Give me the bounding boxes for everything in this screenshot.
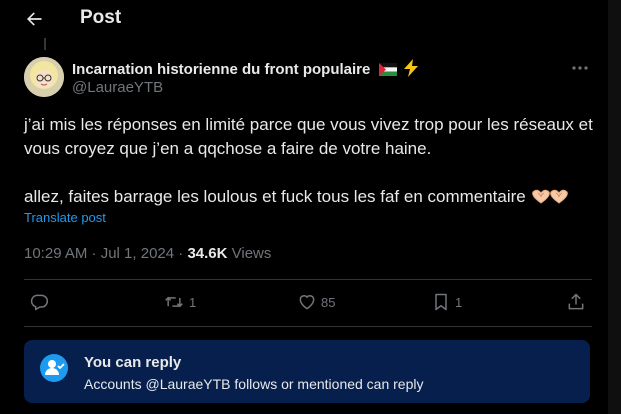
author-name-text: Incarnation historienne du front populai… (72, 61, 371, 78)
arrow-left-icon[interactable] (24, 9, 44, 29)
reply-button[interactable] (29, 291, 53, 313)
scrollbar[interactable] (608, 0, 621, 414)
post-timestamp[interactable]: 10:29 AM · Jul 1, 2024 · (24, 245, 187, 262)
translate-post-link[interactable]: Translate post (24, 210, 106, 225)
reply-restriction-subtitle: Accounts @LauraeYTB follows or mentioned… (84, 376, 424, 392)
post-metadata: 10:29 AM · Jul 1, 2024 · 34.6K Views (24, 245, 271, 262)
bookmark-button[interactable]: 1 (431, 291, 462, 313)
repost-icon (165, 296, 183, 308)
post-paragraph-2: allez, faites barrage les loulous et fuc… (24, 185, 594, 209)
post-paragraph-1: j’ai mis les réponses en limité parce qu… (24, 115, 593, 158)
views-count: 34.6K (187, 245, 228, 262)
more-options-icon[interactable] (570, 60, 590, 76)
reply-restriction-banner: You can reply Accounts @LauraeYTB follow… (24, 340, 590, 403)
share-button[interactable] (566, 291, 586, 313)
like-button[interactable]: 85 (297, 291, 335, 313)
author-name[interactable]: Incarnation historienne du front populai… (72, 59, 419, 78)
reply-restriction-icon (40, 354, 68, 382)
heart-icon (299, 295, 315, 310)
repost-button[interactable]: 1 (163, 291, 196, 313)
divider (24, 279, 592, 280)
bookmark-count: 1 (455, 294, 463, 310)
thread-line (44, 38, 46, 50)
heart-hands-icon (531, 189, 568, 204)
reply-restriction-title: You can reply (84, 354, 182, 371)
like-count: 85 (321, 294, 336, 310)
repost-count: 1 (189, 294, 197, 310)
views-label: Views (227, 245, 272, 262)
author-handle[interactable]: @LauraeYTB (72, 79, 163, 96)
share-icon (568, 293, 584, 310)
bookmark-icon (435, 293, 447, 311)
avatar[interactable] (24, 57, 64, 97)
palestine-flag-icon (378, 63, 397, 76)
post-paragraph-2-text: allez, faites barrage les loulous et fuc… (24, 187, 526, 206)
lightning-icon (403, 59, 418, 77)
reply-icon (30, 294, 49, 311)
top-bar: Post (0, 0, 608, 38)
post-text: j’ai mis les réponses en limité parce qu… (24, 113, 594, 209)
page-title: Post (80, 7, 122, 28)
avatar-image (24, 57, 64, 97)
divider (24, 326, 592, 327)
user-check-icon (45, 360, 65, 375)
